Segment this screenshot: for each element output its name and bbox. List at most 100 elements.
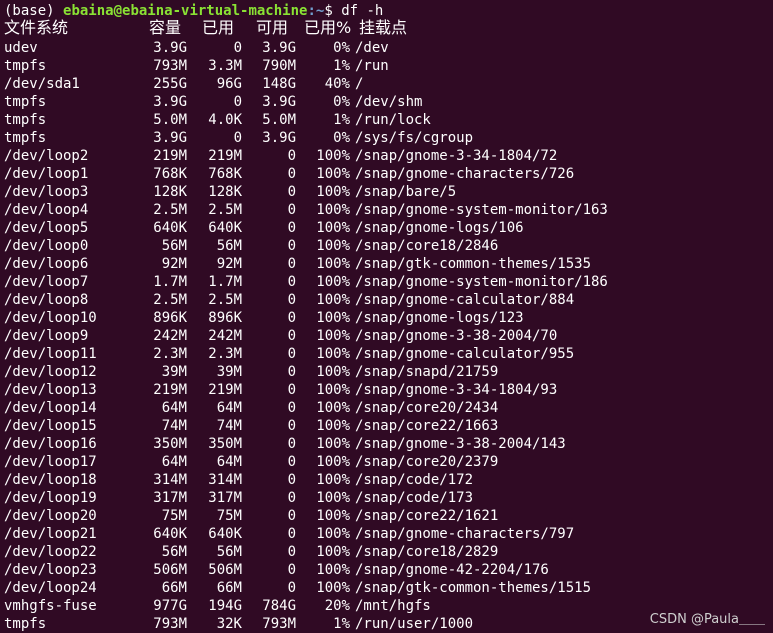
cell-use-percent: 100% bbox=[316, 544, 350, 560]
cell-filesystem: /dev/loop11 bbox=[4, 346, 97, 362]
cell-avail: 784G bbox=[262, 598, 296, 614]
cell-filesystem: tmpfs bbox=[4, 616, 47, 632]
cell-size: 56M bbox=[161, 544, 187, 560]
cell-avail: 0 bbox=[287, 256, 296, 272]
cell-use-percent: 40% bbox=[324, 76, 350, 92]
cell-used: 56M bbox=[216, 238, 242, 254]
cell-size: 3.9G bbox=[153, 40, 187, 56]
cell-use-percent: 100% bbox=[316, 526, 350, 542]
table-row: /dev/loop19 317M 317M 0 100% /snap/code/173 bbox=[4, 489, 764, 507]
cell-use-percent: 100% bbox=[316, 400, 350, 416]
df-header-row: 文件系统 容量 已用 可用 已用% 挂载点 bbox=[4, 19, 764, 37]
cell-mount-point: /snap/core22/1621 bbox=[355, 508, 499, 524]
cell-mount-point: /snap/core22/1663 bbox=[355, 418, 499, 434]
cell-use-percent: 100% bbox=[316, 562, 350, 578]
cell-filesystem: /dev/loop23 bbox=[4, 562, 97, 578]
cell-avail: 0 bbox=[287, 292, 296, 308]
cell-use-percent: 100% bbox=[316, 220, 350, 236]
cell-use-percent: 100% bbox=[316, 454, 350, 470]
cell-avail: 5.0M bbox=[262, 112, 296, 128]
table-row: tmpfs 5.0M 4.0K 5.0M 1% /run/lock bbox=[4, 111, 764, 129]
cell-mount-point: /dev bbox=[355, 40, 389, 56]
cell-size: 640K bbox=[153, 220, 187, 236]
cell-used: 32K bbox=[216, 616, 242, 632]
cell-use-percent: 100% bbox=[316, 364, 350, 380]
header-mount-point: 挂载点 bbox=[359, 18, 408, 37]
cell-mount-point: /snap/gnome-system-monitor/163 bbox=[355, 202, 608, 218]
cell-filesystem: /dev/loop14 bbox=[4, 400, 97, 416]
cell-avail: 3.9G bbox=[262, 130, 296, 146]
cell-mount-point: /snap/gnome-3-38-2004/143 bbox=[355, 436, 566, 452]
cell-used: 317M bbox=[208, 490, 242, 506]
cell-mount-point: /snap/bare/5 bbox=[355, 184, 457, 200]
prompt-symbol: $ bbox=[324, 3, 333, 19]
table-row: /dev/loop9 242M 242M 0 100% /snap/gnome-3-38-… bbox=[4, 327, 764, 345]
cell-filesystem: /dev/loop6 bbox=[4, 256, 89, 272]
table-row: /dev/loop3 128K 128K 0 100% /snap/bare/5 bbox=[4, 183, 764, 201]
cell-use-percent: 100% bbox=[316, 202, 350, 218]
cell-filesystem: /dev/loop20 bbox=[4, 508, 97, 524]
cell-used: 96G bbox=[216, 76, 242, 92]
cell-size: 1.7M bbox=[153, 274, 187, 290]
cell-mount-point: /snap/gnome-logs/123 bbox=[355, 310, 524, 326]
cell-mount-point: /snap/gnome-logs/106 bbox=[355, 220, 524, 236]
cell-use-percent: 100% bbox=[316, 382, 350, 398]
cell-size: 977G bbox=[153, 598, 187, 614]
cell-size: 2.5M bbox=[153, 202, 187, 218]
cell-filesystem: tmpfs bbox=[4, 94, 47, 110]
cell-mount-point: /run bbox=[355, 58, 389, 74]
cell-used: 3.3M bbox=[208, 58, 242, 74]
cell-mount-point: /snap/core20/2379 bbox=[355, 454, 499, 470]
cell-mount-point: /snap/core20/2434 bbox=[355, 400, 499, 416]
cell-size: 255G bbox=[153, 76, 187, 92]
cell-filesystem: /dev/loop24 bbox=[4, 580, 97, 596]
table-row: /dev/loop4 2.5M 2.5M 0 100% /snap/gnome-syste… bbox=[4, 201, 764, 219]
cell-use-percent: 20% bbox=[324, 598, 350, 614]
cell-mount-point: /sys/fs/cgroup bbox=[355, 130, 474, 146]
table-row: /dev/loop18 314M 314M 0 100% /snap/code/172 bbox=[4, 471, 764, 489]
cell-use-percent: 100% bbox=[316, 418, 350, 434]
cell-use-percent: 0% bbox=[333, 130, 350, 146]
cell-mount-point: /mnt/hgfs bbox=[355, 598, 431, 614]
cell-avail: 0 bbox=[287, 490, 296, 506]
cell-used: 64M bbox=[216, 454, 242, 470]
cell-filesystem: /dev/loop8 bbox=[4, 292, 89, 308]
cell-used: 896K bbox=[208, 310, 242, 326]
cell-size: 640K bbox=[153, 526, 187, 542]
cell-used: 75M bbox=[216, 508, 242, 524]
cell-use-percent: 100% bbox=[316, 508, 350, 524]
cell-used: 74M bbox=[216, 418, 242, 434]
cell-used: 64M bbox=[216, 400, 242, 416]
cell-use-percent: 100% bbox=[316, 580, 350, 596]
cell-filesystem: /dev/loop16 bbox=[4, 436, 97, 452]
table-row: /dev/loop12 39M 39M 0 100% /snap/snapd/21759 bbox=[4, 363, 764, 381]
cell-size: 793M bbox=[153, 616, 187, 632]
cell-size: 350M bbox=[153, 436, 187, 452]
cell-size: 219M bbox=[153, 148, 187, 164]
cell-filesystem: /dev/sda1 bbox=[4, 76, 80, 92]
cell-filesystem: /dev/loop5 bbox=[4, 220, 89, 236]
table-row: /dev/loop22 56M 56M 0 100% /snap/core18/2829 bbox=[4, 543, 764, 561]
cell-size: 793M bbox=[153, 58, 187, 74]
cell-avail: 3.9G bbox=[262, 40, 296, 56]
cell-avail: 0 bbox=[287, 580, 296, 596]
cell-used: 56M bbox=[216, 544, 242, 560]
cell-mount-point: /snap/gnome-3-34-1804/72 bbox=[355, 148, 558, 164]
cell-size: 3.9G bbox=[153, 130, 187, 146]
cell-avail: 0 bbox=[287, 220, 296, 236]
cell-used: 2.3M bbox=[208, 346, 242, 362]
cell-size: 3.9G bbox=[153, 94, 187, 110]
cell-avail: 0 bbox=[287, 310, 296, 326]
cell-avail: 0 bbox=[287, 472, 296, 488]
terminal-window[interactable]: (base) ebaina@ebaina-virtual-machine:~$ … bbox=[0, 0, 773, 633]
cell-avail: 790M bbox=[262, 58, 296, 74]
table-row: /dev/loop7 1.7M 1.7M 0 100% /snap/gnome-syste… bbox=[4, 273, 764, 291]
header-use-percent: 已用% bbox=[304, 18, 352, 37]
cell-use-percent: 0% bbox=[333, 40, 350, 56]
cell-mount-point: /snap/gnome-calculator/955 bbox=[355, 346, 575, 362]
cell-size: 75M bbox=[161, 508, 187, 524]
command-text: df -h bbox=[341, 3, 384, 19]
table-row: /dev/loop11 2.3M 2.3M 0 100% /snap/gnome-calc… bbox=[4, 345, 764, 363]
cell-use-percent: 1% bbox=[333, 58, 350, 74]
cell-size: 74M bbox=[161, 418, 187, 434]
